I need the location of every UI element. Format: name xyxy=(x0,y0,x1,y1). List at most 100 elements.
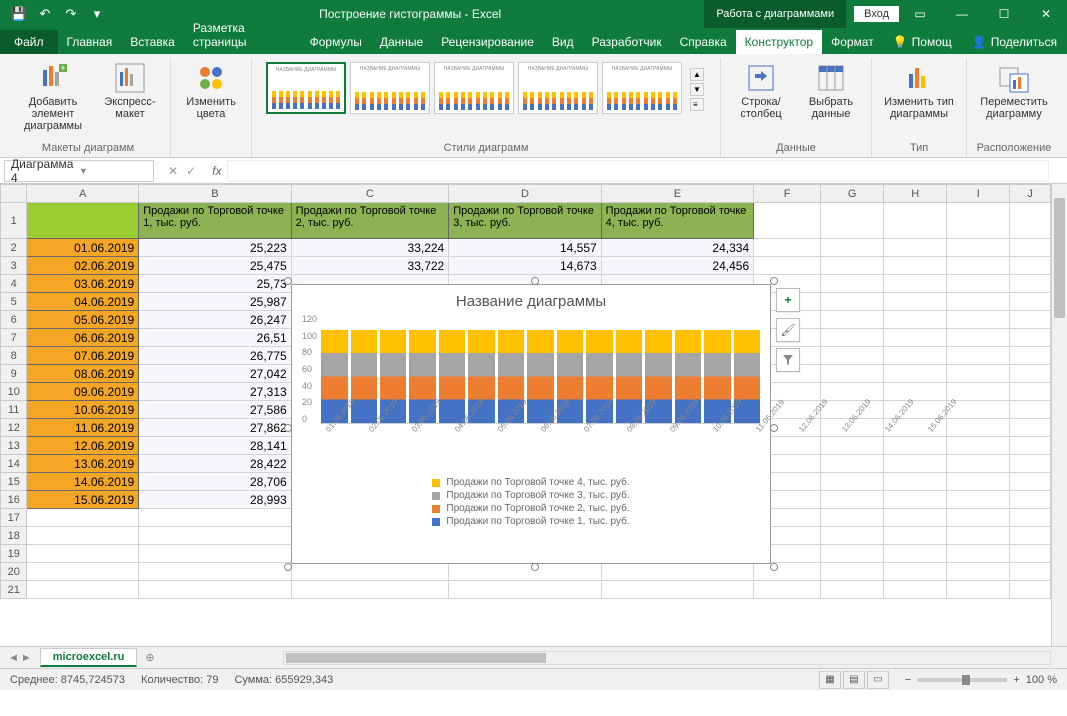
data-cell[interactable]: 25,475 xyxy=(139,257,291,275)
row-header[interactable]: 6 xyxy=(1,311,27,329)
tab-вставка[interactable]: Вставка xyxy=(121,30,184,54)
vertical-scrollbar[interactable] xyxy=(1051,184,1067,646)
row-header[interactable]: 9 xyxy=(1,365,27,383)
data-cell[interactable]: 33,224 xyxy=(291,239,449,257)
date-cell[interactable]: 10.06.2019 xyxy=(27,401,139,419)
data-cell[interactable]: 28,706 xyxy=(139,473,291,491)
tab-формат[interactable]: Формат xyxy=(822,30,883,54)
column-header[interactable]: I xyxy=(947,185,1010,203)
date-cell[interactable]: 13.06.2019 xyxy=(27,455,139,473)
data-cell[interactable]: 28,141 xyxy=(139,437,291,455)
row-header[interactable]: 19 xyxy=(1,545,27,563)
chevron-up-icon[interactable]: ▲ xyxy=(690,68,704,81)
row-header[interactable]: 3 xyxy=(1,257,27,275)
add-sheet-button[interactable]: ⊕ xyxy=(137,651,162,664)
row-header[interactable]: 1 xyxy=(1,203,27,239)
chevron-down-icon[interactable]: ▼ xyxy=(690,83,704,96)
zoom-in-icon[interactable]: + xyxy=(1013,674,1019,686)
chevron-down-icon[interactable]: ▼ xyxy=(79,166,147,176)
name-box[interactable]: Диаграмма 4 ▼ xyxy=(4,160,154,182)
zoom-control[interactable]: − + 100 % xyxy=(905,674,1057,686)
table-header-cell[interactable]: Продажи по Торговой точке 4, тыс. руб. xyxy=(601,203,753,239)
chart-legend[interactable]: Продажи по Торговой точке 4, тыс. руб.Пр… xyxy=(292,468,770,528)
chart-style-thumb[interactable]: НАЗВАНИЕ ДИАГРАММЫ xyxy=(266,62,346,114)
tab-вид[interactable]: Вид xyxy=(543,30,583,54)
tab-конструктор[interactable]: Конструктор xyxy=(736,30,822,54)
date-cell[interactable]: 01.06.2019 xyxy=(27,239,139,257)
minimize-icon[interactable]: — xyxy=(941,0,983,28)
tell-me[interactable]: 💡Помощ xyxy=(883,30,962,54)
column-header[interactable]: F xyxy=(754,185,821,203)
formula-input[interactable] xyxy=(227,160,1049,182)
row-header[interactable]: 13 xyxy=(1,437,27,455)
redo-icon[interactable]: ↷ xyxy=(60,3,82,25)
data-cell[interactable]: 26,775 xyxy=(139,347,291,365)
undo-icon[interactable]: ↶ xyxy=(34,3,56,25)
data-cell[interactable]: 26,247 xyxy=(139,311,291,329)
column-header[interactable]: C xyxy=(291,185,449,203)
data-cell[interactable]: 27,586 xyxy=(139,401,291,419)
data-cell[interactable]: 25,73 xyxy=(139,275,291,293)
tab-данные[interactable]: Данные xyxy=(371,30,432,54)
login-button[interactable]: Вход xyxy=(854,6,899,22)
share-button[interactable]: 👤Поделиться xyxy=(962,30,1067,54)
date-cell[interactable]: 08.06.2019 xyxy=(27,365,139,383)
row-header[interactable]: 7 xyxy=(1,329,27,347)
horizontal-scrollbar[interactable] xyxy=(283,651,1051,665)
tab-справка[interactable]: Справка xyxy=(671,30,736,54)
page-layout-view-icon[interactable]: ▤ xyxy=(843,671,865,689)
date-cell[interactable]: 04.06.2019 xyxy=(27,293,139,311)
data-cell[interactable]: 26,51 xyxy=(139,329,291,347)
maximize-icon[interactable]: ☐ xyxy=(983,0,1025,28)
add-chart-element-button[interactable]: + Добавить элемент диаграммы xyxy=(14,60,92,134)
move-chart-button[interactable]: Переместить диаграмму xyxy=(975,60,1053,122)
row-header[interactable]: 15 xyxy=(1,473,27,491)
date-cell[interactable]: 14.06.2019 xyxy=(27,473,139,491)
switch-row-column-button[interactable]: Строка/столбец xyxy=(729,60,793,122)
data-cell[interactable]: 25,223 xyxy=(139,239,291,257)
tab-разметка страницы[interactable]: Разметка страницы xyxy=(184,16,301,54)
sheet-next-icon[interactable]: ► xyxy=(21,652,32,664)
column-header[interactable]: J xyxy=(1010,185,1051,203)
row-header[interactable]: 14 xyxy=(1,455,27,473)
zoom-slider[interactable] xyxy=(917,678,1007,682)
zoom-level[interactable]: 100 % xyxy=(1026,674,1057,686)
data-cell[interactable]: 24,334 xyxy=(601,239,753,257)
chart-style-thumb[interactable]: НАЗВАНИЕ ДИАГРАММЫ xyxy=(434,62,514,114)
sheet-prev-icon[interactable]: ◄ xyxy=(8,652,19,664)
gallery-expand-icon[interactable]: ≡ xyxy=(690,98,704,111)
table-header-cell[interactable] xyxy=(27,203,139,239)
close-icon[interactable]: ✕ xyxy=(1025,0,1067,28)
row-header[interactable]: 18 xyxy=(1,527,27,545)
row-header[interactable]: 2 xyxy=(1,239,27,257)
row-header[interactable]: 12 xyxy=(1,419,27,437)
legend-item[interactable]: Продажи по Торговой точке 2, тыс. руб. xyxy=(292,502,770,515)
chart-filters-button[interactable] xyxy=(776,348,800,372)
cancel-formula-icon[interactable]: ✕ xyxy=(168,164,178,178)
save-icon[interactable]: 💾 xyxy=(8,3,30,25)
date-cell[interactable]: 07.06.2019 xyxy=(27,347,139,365)
legend-item[interactable]: Продажи по Торговой точке 3, тыс. руб. xyxy=(292,489,770,502)
data-cell[interactable]: 24,456 xyxy=(601,257,753,275)
chart-title[interactable]: Название диаграммы xyxy=(292,285,770,314)
table-header-cell[interactable]: Продажи по Торговой точке 2, тыс. руб. xyxy=(291,203,449,239)
data-cell[interactable]: 33,722 xyxy=(291,257,449,275)
column-header[interactable]: G xyxy=(821,185,884,203)
chart-style-thumb[interactable]: НАЗВАНИЕ ДИАГРАММЫ xyxy=(518,62,598,114)
chart-styles-button[interactable]: 🖌 xyxy=(776,318,800,342)
tab-file[interactable]: Файл xyxy=(0,30,58,54)
normal-view-icon[interactable]: ▦ xyxy=(819,671,841,689)
chart-object[interactable]: Название диаграммы 120100806040200 01.06… xyxy=(291,284,771,564)
select-all-cell[interactable] xyxy=(1,185,27,203)
table-header-cell[interactable]: Продажи по Торговой точке 3, тыс. руб. xyxy=(449,203,601,239)
data-cell[interactable]: 28,993 xyxy=(139,491,291,509)
gallery-spinner[interactable]: ▲ ▼ ≡ xyxy=(688,60,706,119)
date-cell[interactable]: 09.06.2019 xyxy=(27,383,139,401)
date-cell[interactable]: 06.06.2019 xyxy=(27,329,139,347)
fx-icon[interactable]: fx xyxy=(206,164,227,178)
column-header[interactable]: A xyxy=(27,185,139,203)
row-header[interactable]: 8 xyxy=(1,347,27,365)
data-cell[interactable]: 14,673 xyxy=(449,257,601,275)
tab-разработчик[interactable]: Разработчик xyxy=(583,30,671,54)
tab-рецензирование[interactable]: Рецензирование xyxy=(432,30,543,54)
